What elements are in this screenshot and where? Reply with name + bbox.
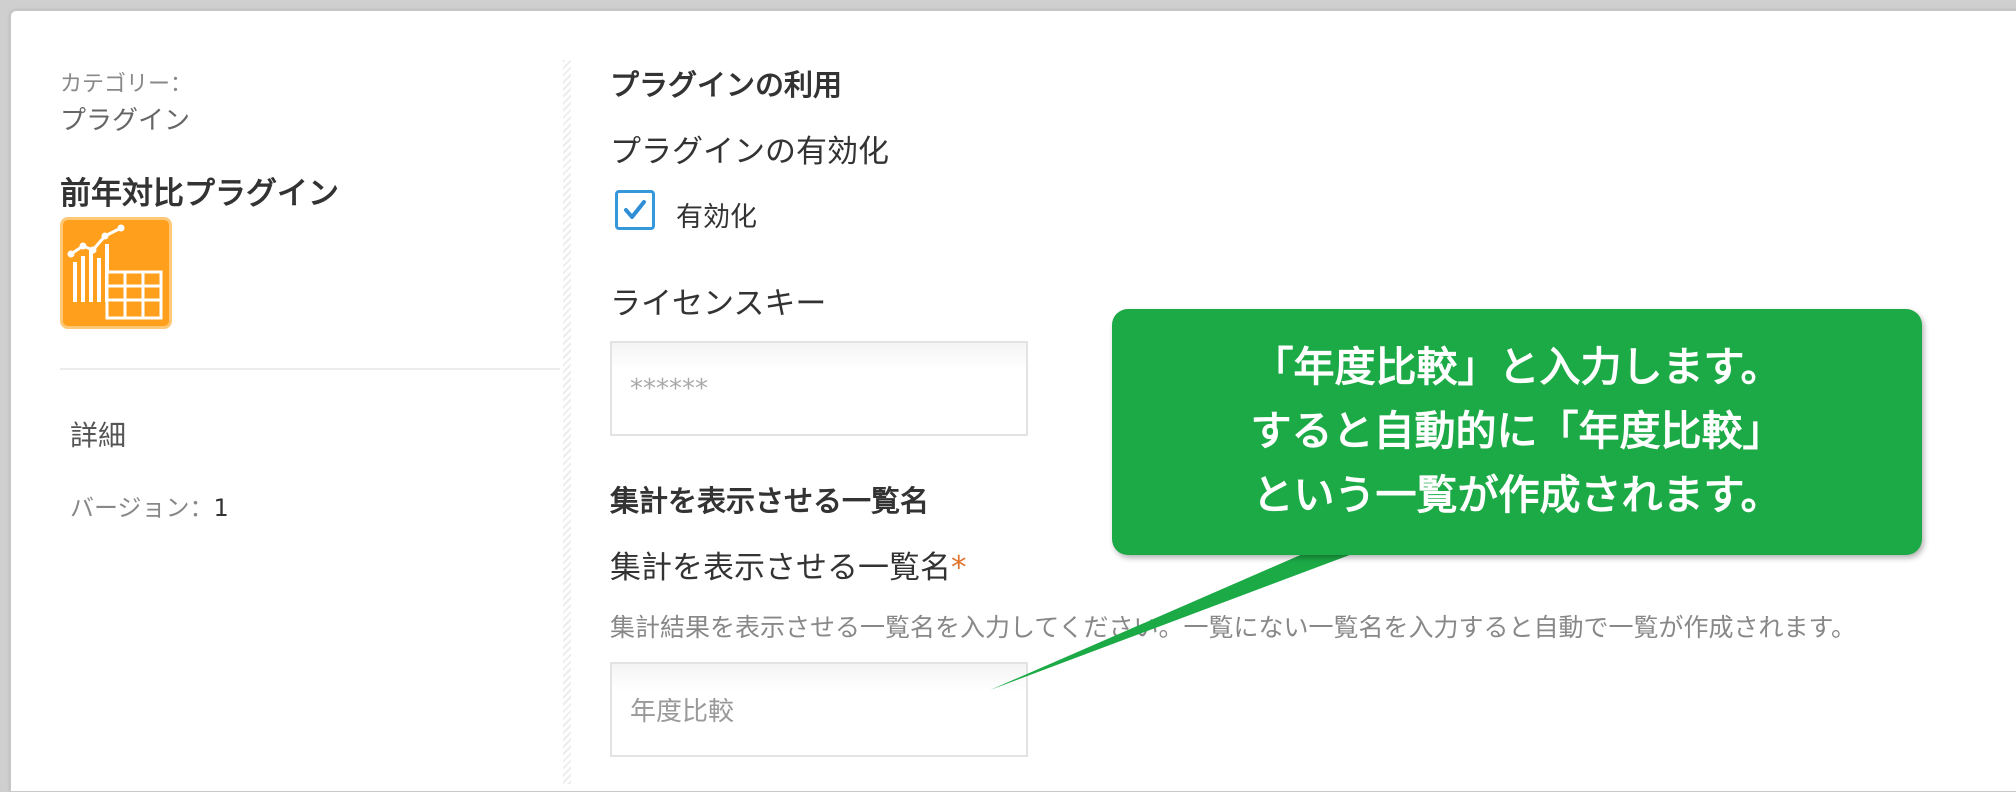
list-field-label: 集計を表示させる一覧名* (610, 542, 967, 587)
section-usage-title: プラグインの利用 (610, 68, 843, 102)
callout-line-1: 「年度比較」と入力します。 (1252, 343, 1782, 391)
plugin-name: 前年対比プラグイン (60, 176, 339, 212)
chart-table-icon (60, 217, 172, 329)
detail-link[interactable]: 詳細 (70, 414, 126, 454)
enable-checkbox-label[interactable]: 有効化 (676, 195, 757, 234)
sidebar-divider (60, 368, 560, 370)
annotation-callout: 「年度比較」と入力します。 すると自動的に「年度比較」 という一覧が作成されます… (1112, 309, 1922, 555)
license-key-input[interactable] (610, 341, 1028, 436)
callout-line-3: という一覧が作成されます。 (1252, 471, 1782, 519)
list-name-input[interactable] (610, 662, 1028, 757)
version-value: 1 (213, 494, 229, 522)
list-field-label-text: 集計を表示させる一覧名 (610, 550, 951, 586)
category-value: プラグイン (60, 106, 191, 136)
license-label: ライセンスキー (610, 286, 827, 322)
callout-line-2: すると自動的に「年度比較」 (1250, 407, 1784, 455)
column-divider (563, 60, 571, 784)
version-info: バージョン：1 (70, 488, 229, 523)
enable-checkbox[interactable] (615, 190, 655, 230)
check-icon (624, 200, 646, 219)
list-section-title: 集計を表示させる一覧名 (610, 484, 930, 518)
version-label: バージョン： (70, 494, 214, 522)
enable-label: プラグインの有効化 (610, 134, 889, 170)
list-help-text: 集計結果を表示させる一覧名を入力してください。一覧にない一覧名を入力すると自動で… (610, 613, 1857, 642)
required-mark: * (951, 550, 967, 586)
category-label: カテゴリー： (60, 72, 193, 97)
